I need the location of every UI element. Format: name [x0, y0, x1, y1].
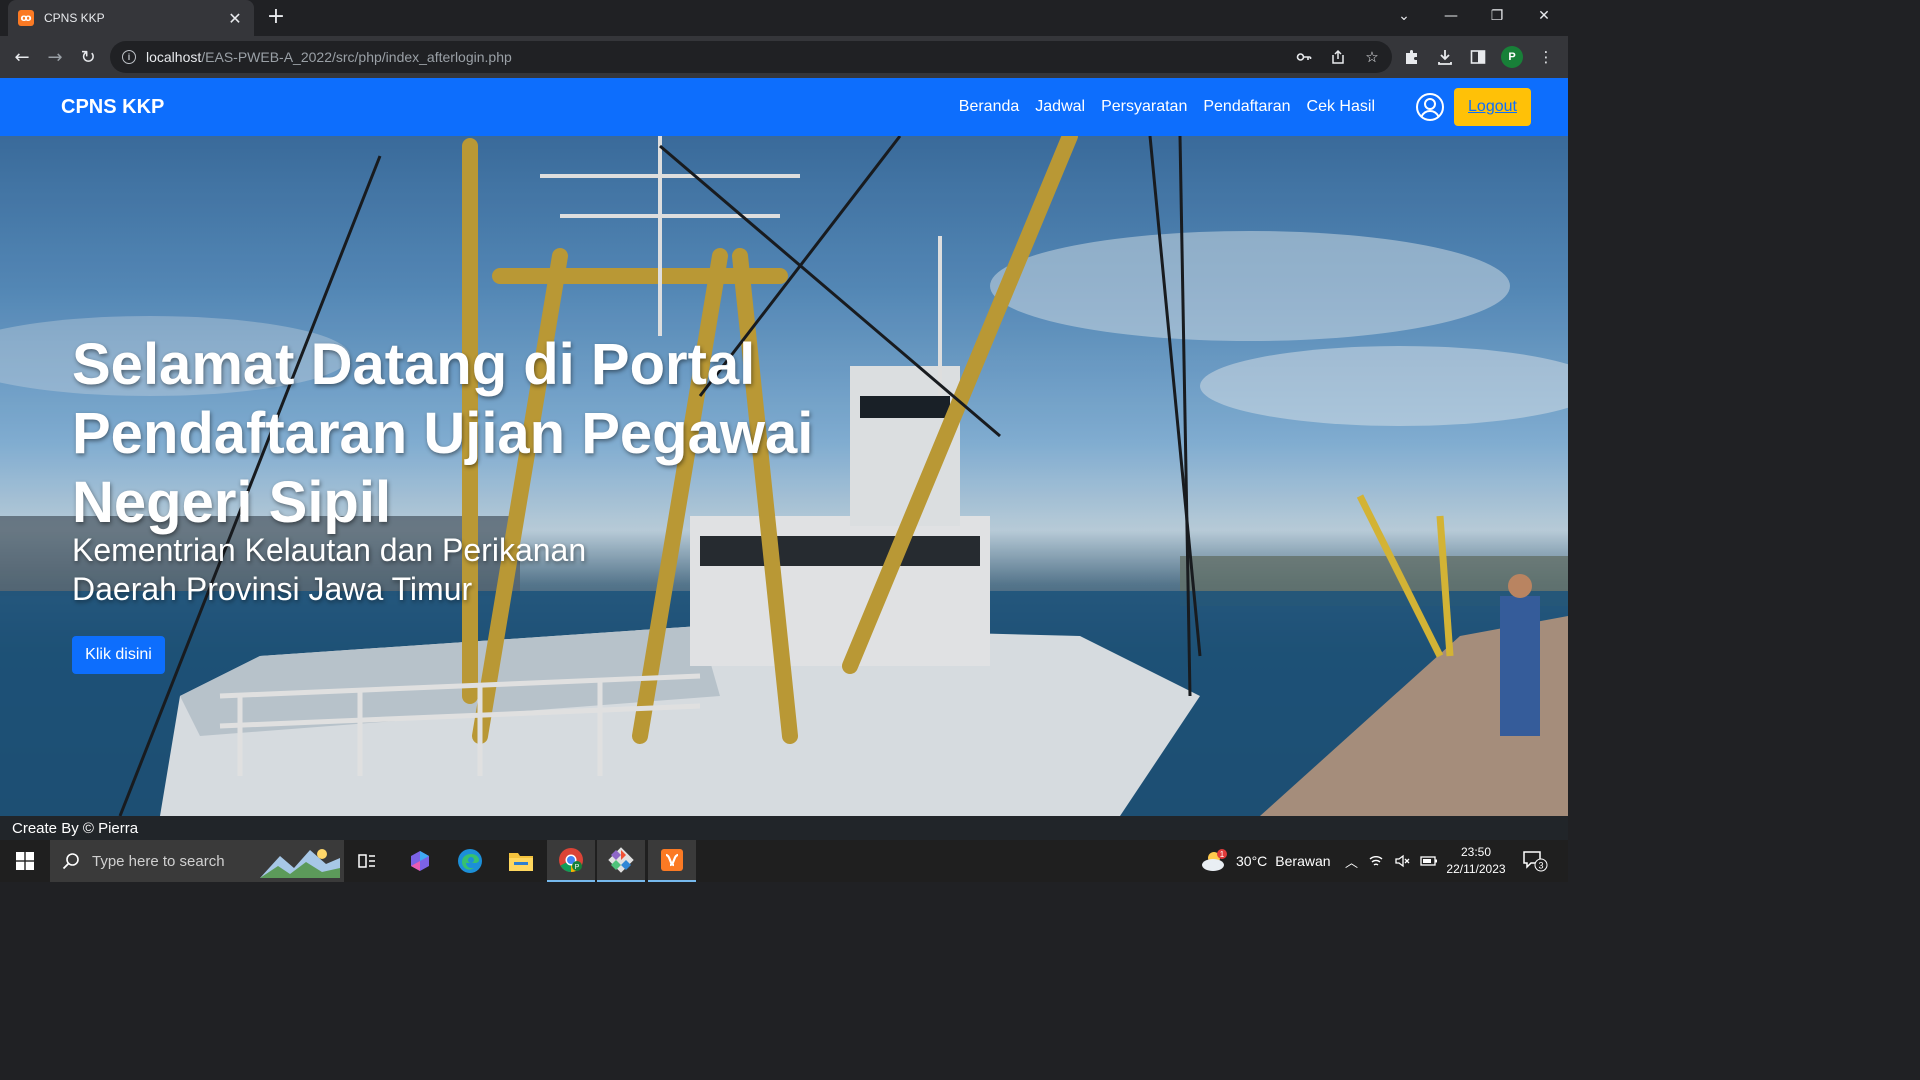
profile-avatar[interactable]: P	[1501, 46, 1523, 68]
taskbar-clock[interactable]: 23:50 22/11/2023	[1440, 844, 1512, 878]
share-icon[interactable]	[1328, 47, 1348, 67]
search-highlight-illustration	[260, 849, 340, 878]
nav-link-beranda[interactable]: Beranda	[959, 98, 1020, 116]
svg-text:P: P	[575, 864, 580, 871]
url-host: localhost	[146, 49, 202, 65]
xampp-icon[interactable]	[648, 840, 696, 882]
weather-alert-badge: 1	[1220, 850, 1225, 859]
weather-temperature: 30°C	[1236, 853, 1268, 869]
logout-button[interactable]: Logout	[1454, 88, 1531, 126]
edge-icon[interactable]	[446, 840, 494, 882]
windows-start-button[interactable]	[0, 840, 50, 882]
clock-date: 22/11/2023	[1446, 862, 1506, 876]
browser-tab-active[interactable]: ꝏ CPNS KKP ✕	[8, 0, 254, 36]
nav-link-persyaratan[interactable]: Persyaratan	[1101, 98, 1187, 116]
battery-icon[interactable]	[1420, 854, 1438, 868]
weather-widget[interactable]: 1 30°C Berawan	[1200, 840, 1331, 882]
minimize-window-button[interactable]: —	[1428, 0, 1474, 32]
site-info-icon[interactable]: i	[122, 50, 136, 64]
clock-time: 23:50	[1460, 845, 1492, 859]
hero-section: Selamat Datang di Portal Pendaftaran Uji…	[0, 136, 1568, 816]
search-placeholder: Type here to search	[92, 852, 225, 870]
nav-link-jadwal[interactable]: Jadwal	[1035, 98, 1085, 116]
download-icon[interactable]	[1435, 47, 1455, 67]
notification-center-icon[interactable]: 3	[1522, 850, 1548, 872]
search-icon	[62, 853, 79, 870]
site-footer: Create By © Pierra	[0, 816, 1568, 840]
volume-muted-icon[interactable]	[1394, 853, 1410, 869]
show-hidden-icons-chevron-icon[interactable]: ︿	[1345, 852, 1358, 871]
address-bar[interactable]: i localhost/EAS-PWEB-A_2022/src/php/inde…	[110, 41, 1392, 73]
taskbar-search-box[interactable]: Type here to search	[50, 840, 344, 882]
close-tab-icon[interactable]: ✕	[226, 9, 244, 28]
new-tab-button[interactable]: +	[264, 6, 288, 30]
extensions-puzzle-icon[interactable]	[1402, 47, 1422, 67]
nav-link-cek-hasil[interactable]: Cek Hasil	[1307, 98, 1375, 116]
hero-subtitle-line-2: Daerah Provinsi Jawa Timur	[72, 571, 473, 607]
nav-links: Beranda Jadwal Persyaratan Pendaftaran C…	[959, 78, 1375, 136]
hero-text-block: Selamat Datang di Portal Pendaftaran Uji…	[72, 330, 902, 609]
file-explorer-icon[interactable]	[497, 840, 545, 882]
hero-title: Selamat Datang di Portal Pendaftaran Uji…	[72, 332, 814, 535]
klik-disini-button[interactable]: Klik disini	[72, 636, 165, 674]
git-icon[interactable]	[597, 840, 645, 882]
bookmark-star-icon[interactable]: ☆	[1362, 47, 1382, 67]
user-account-icon[interactable]	[1415, 92, 1445, 122]
network-wifi-icon[interactable]	[1368, 853, 1384, 869]
nav-link-pendaftaran[interactable]: Pendaftaran	[1203, 98, 1290, 116]
browser-menu-kebab-icon[interactable]: ⋮	[1536, 47, 1556, 67]
tab-search-chevron-icon[interactable]: ⌄	[1381, 0, 1427, 32]
browser-toolbar: ← → ↻ i localhost/EAS-PWEB-A_2022/src/ph…	[0, 36, 1568, 78]
site-brand[interactable]: CPNS KKP	[61, 96, 164, 119]
url-path: /EAS-PWEB-A_2022/src/php/index_afterlogi…	[201, 49, 512, 65]
notification-count: 3	[1538, 861, 1543, 871]
restore-window-button[interactable]: ❐	[1474, 0, 1520, 32]
browser-tab-strip: ꝏ CPNS KKP ✕ + ⌄ — ❐ ✕	[0, 0, 1568, 36]
back-arrow-icon[interactable]: ←	[6, 41, 38, 73]
copilot-icon[interactable]	[396, 840, 444, 882]
weather-cloudy-icon: 1	[1202, 849, 1227, 871]
system-tray: ︿	[1345, 840, 1438, 882]
side-panel-icon[interactable]	[1468, 47, 1488, 67]
tab-title: CPNS KKP	[44, 11, 105, 25]
hero-subtitle-line-1: Kementrian Kelautan dan Perikanan	[72, 532, 587, 568]
weather-condition: Berawan	[1275, 853, 1331, 869]
windows-taskbar: Type here to search P 1 30°C Berawan ︿ 2…	[0, 840, 1568, 882]
close-window-button[interactable]: ✕	[1521, 0, 1567, 32]
password-key-icon[interactable]	[1294, 47, 1314, 67]
reload-icon[interactable]: ↻	[72, 41, 104, 73]
xampp-icon: ꝏ	[18, 10, 34, 26]
chrome-icon[interactable]: P	[547, 840, 595, 882]
page-viewport: CPNS KKP Beranda Jadwal Persyaratan Pend…	[0, 78, 1568, 816]
windows-logo-icon	[16, 852, 34, 870]
task-view-icon[interactable]	[343, 840, 391, 882]
forward-arrow-icon[interactable]: →	[39, 41, 71, 73]
site-navbar: CPNS KKP Beranda Jadwal Persyaratan Pend…	[0, 78, 1568, 136]
